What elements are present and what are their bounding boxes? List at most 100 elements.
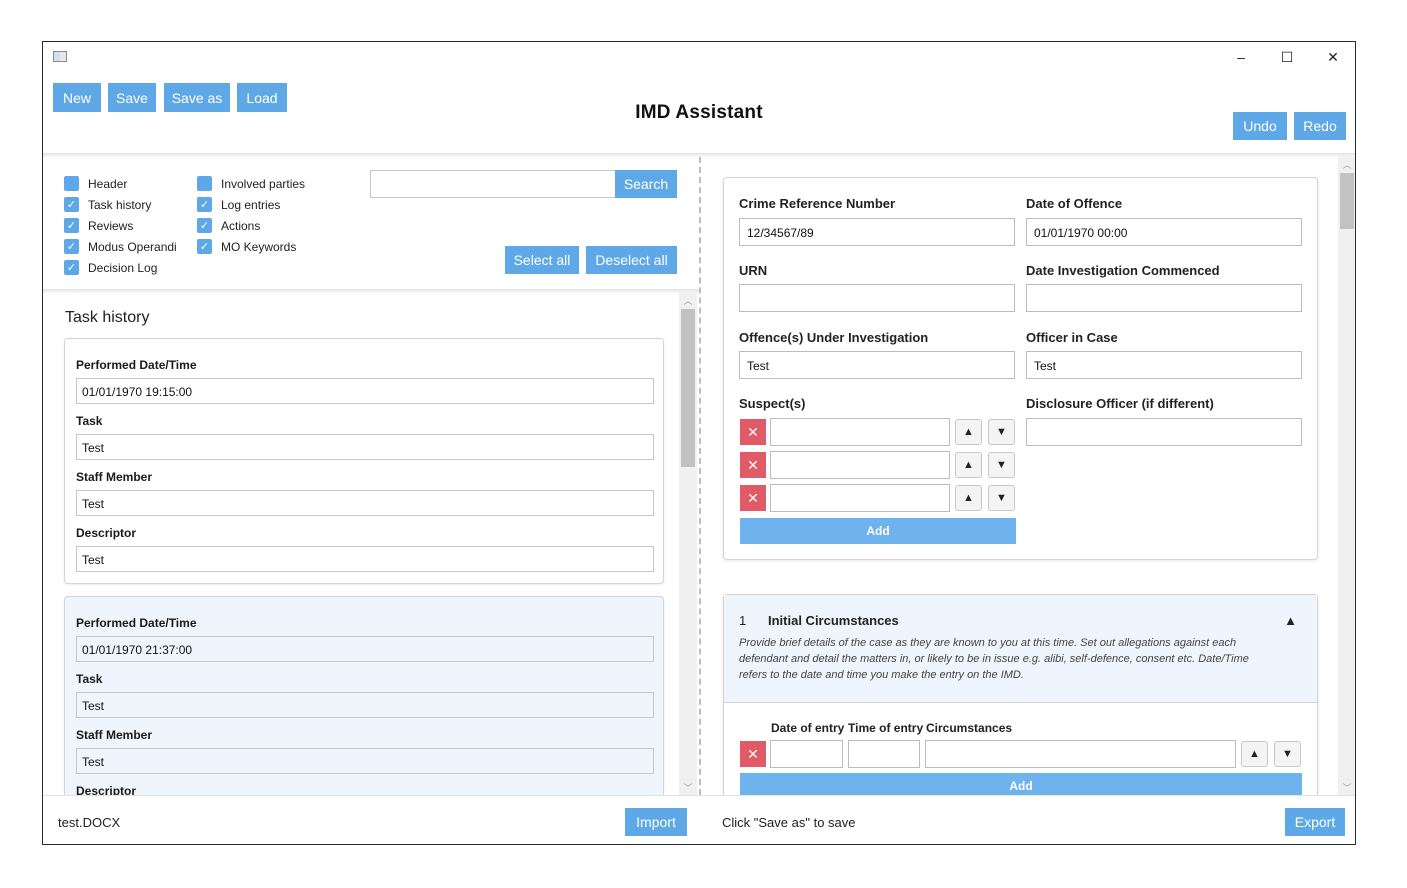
checkmark-icon[interactable]: ✓ [64,260,79,275]
filter-log-entries[interactable]: ✓ Log entries [197,197,280,212]
add-entry-button[interactable]: Add [740,773,1302,795]
field-label: Performed Date/Time [76,358,197,372]
offences-input[interactable]: Test [739,351,1015,379]
pane-splitter[interactable] [699,157,701,795]
field-label: Crime Reference Number [739,196,896,211]
scroll-up-icon[interactable]: ︿ [1338,158,1355,171]
filter-label: Task history [88,197,152,212]
officer-in-case-input[interactable]: Test [1026,351,1302,379]
task-history-card: Performed Date/Time 01/01/1970 21:37:00 … [64,596,664,795]
delete-suspect-button[interactable]: ✕ [740,419,766,445]
search-button[interactable]: Search [615,170,677,198]
collapse-icon[interactable]: ▲ [1284,613,1297,628]
filter-panel: Header ✓ Task history ✓ Reviews ✓ Modus Ope… [43,157,699,291]
field-label: Date of Offence [1026,196,1123,211]
time-of-entry-input[interactable] [848,740,920,768]
redo-button[interactable]: Redo [1294,112,1346,140]
checkmark-icon[interactable]: ✓ [197,197,212,212]
filter-mo-keywords[interactable]: ✓ MO Keywords [197,239,296,254]
field-label: Staff Member [76,728,153,742]
move-up-button[interactable]: ▲ [955,452,982,478]
section-description: Provide brief details of the case as the… [739,637,1249,681]
field-label: Officer in Case [1026,330,1118,345]
filter-involved-parties[interactable]: Involved parties [197,176,305,191]
descriptor-input[interactable]: Test [76,546,654,572]
section-title: Task history [65,309,150,326]
section-header: 1 Initial Circumstances Provide brief de… [724,595,1317,703]
checkmark-icon[interactable]: ✓ [64,218,79,233]
section-number: 1 [739,613,747,628]
filter-decision-log[interactable]: ✓ Decision Log [64,260,157,275]
column-header: Date of entry [771,721,845,735]
circumstances-input[interactable] [925,740,1236,768]
scrollbar-thumb[interactable] [1340,173,1354,229]
close-button[interactable]: ✕ [1310,42,1355,72]
delete-entry-button[interactable]: ✕ [740,741,766,767]
field-label: Descriptor [76,526,137,540]
checkmark-icon[interactable]: ✓ [197,239,212,254]
filter-label: Actions [221,218,261,233]
field-label: Disclosure Officer (if different) [1026,396,1214,411]
delete-suspect-button[interactable]: ✕ [740,452,766,478]
performed-datetime-input[interactable]: 01/01/1970 19:15:00 [76,378,654,404]
checkmark-icon[interactable]: ✓ [197,218,212,233]
status-bar: test.DOCX Import Click "Save as" to save… [43,795,1355,844]
minimize-button[interactable]: – [1218,42,1264,72]
deselect-all-button[interactable]: Deselect all [586,246,677,274]
select-all-button[interactable]: Select all [505,246,579,274]
export-button[interactable]: Export [1285,808,1345,836]
crime-reference-input[interactable]: 12/34567/89 [739,218,1015,246]
left-scrollbar[interactable]: ︿ ﹀ [679,293,697,795]
task-input[interactable]: Test [76,692,654,718]
import-button[interactable]: Import [625,808,687,836]
filter-label: Modus Operandi [88,239,177,254]
scroll-down-icon[interactable]: ﹀ [679,781,697,794]
move-up-button[interactable]: ▲ [955,419,982,445]
staff-member-input[interactable]: Test [76,748,654,774]
date-of-entry-input[interactable] [770,740,843,768]
checkbox-icon[interactable] [197,176,212,191]
move-down-button[interactable]: ▼ [988,452,1015,478]
filter-modus-operandi[interactable]: ✓ Modus Operandi [64,239,177,254]
undo-button[interactable]: Undo [1233,112,1287,140]
date-commenced-input[interactable] [1026,284,1302,312]
staff-member-input[interactable]: Test [76,490,654,516]
search-input[interactable] [370,170,616,198]
filter-actions[interactable]: ✓ Actions [197,218,260,233]
move-up-button[interactable]: ▲ [955,485,982,511]
scroll-down-icon[interactable]: ﹀ [1338,781,1355,794]
column-header: Time of entry [848,721,924,735]
add-suspect-button[interactable]: Add [740,518,1016,544]
task-history-card: Performed Date/Time 01/01/1970 19:15:00 … [64,338,664,584]
checkbox-icon[interactable] [64,176,79,191]
suspect-input[interactable] [770,451,950,479]
performed-datetime-input[interactable]: 01/01/1970 21:37:00 [76,636,654,662]
checkmark-icon[interactable]: ✓ [64,197,79,212]
filter-task-history[interactable]: ✓ Task history [64,197,151,212]
filename-label: test.DOCX [58,815,121,830]
move-down-button[interactable]: ▼ [988,485,1015,511]
suspect-input[interactable] [770,418,950,446]
delete-suspect-button[interactable]: ✕ [740,485,766,511]
right-scrollbar[interactable]: ︿ ﹀ [1338,157,1355,795]
move-down-button[interactable]: ▼ [1274,741,1301,767]
filter-header[interactable]: Header [64,176,127,191]
move-down-button[interactable]: ▼ [988,419,1015,445]
filter-reviews[interactable]: ✓ Reviews [64,218,133,233]
scroll-up-icon[interactable]: ︿ [679,294,697,307]
disclosure-officer-input[interactable] [1026,418,1302,446]
field-label: Staff Member [76,470,153,484]
scrollbar-thumb[interactable] [681,309,695,467]
field-label: Task [76,414,103,428]
filter-label: Reviews [88,218,134,233]
checkmark-icon[interactable]: ✓ [64,239,79,254]
maximize-button[interactable]: ☐ [1264,42,1310,72]
task-input[interactable]: Test [76,434,654,460]
move-up-button[interactable]: ▲ [1241,741,1268,767]
suspect-input[interactable] [770,484,950,512]
filter-label: Decision Log [88,260,158,275]
title-bar: – ☐ ✕ [43,42,1355,72]
field-label: Offence(s) Under Investigation [739,330,929,345]
date-of-offence-input[interactable]: 01/01/1970 00:00 [1026,218,1302,246]
urn-input[interactable] [739,284,1015,312]
